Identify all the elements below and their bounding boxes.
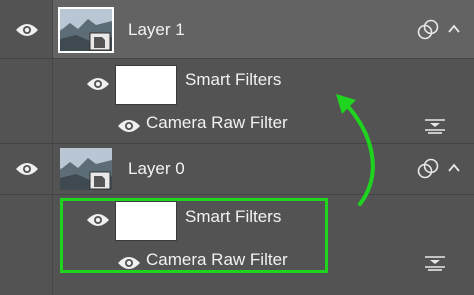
layer-row-layer-0[interactable]: Layer 0 xyxy=(0,144,474,194)
link-icon[interactable] xyxy=(417,158,439,185)
eye-icon[interactable] xyxy=(15,161,39,177)
highlight-box xyxy=(60,198,328,273)
eye-icon[interactable] xyxy=(15,22,39,38)
chevron-up-icon[interactable] xyxy=(447,161,461,179)
filter-blending-options-icon[interactable] xyxy=(424,117,446,140)
link-icon[interactable] xyxy=(417,19,439,46)
layer-name[interactable]: Layer 1 xyxy=(128,20,185,40)
smart-filters-row[interactable]: Smart Filters xyxy=(0,59,474,111)
filter-row-camera-raw[interactable]: Camera Raw Filter xyxy=(0,111,474,143)
layer-thumbnail[interactable] xyxy=(58,7,114,53)
chevron-up-icon[interactable] xyxy=(447,22,461,40)
smart-filters-label: Smart Filters xyxy=(185,70,282,89)
eye-icon[interactable] xyxy=(117,118,141,134)
filter-blending-options-icon[interactable] xyxy=(424,254,446,277)
layer-name[interactable]: Layer 0 xyxy=(128,159,185,179)
filter-name[interactable]: Camera Raw Filter xyxy=(146,113,288,133)
smart-filter-mask-thumbnail[interactable] xyxy=(115,65,177,105)
layer-row-background xyxy=(53,0,474,58)
layer-thumbnail[interactable] xyxy=(60,148,112,190)
layer-row-layer-1[interactable]: Layer 1 xyxy=(0,0,474,58)
curved-arrow-annotation xyxy=(336,94,375,206)
eye-icon[interactable] xyxy=(86,76,110,92)
